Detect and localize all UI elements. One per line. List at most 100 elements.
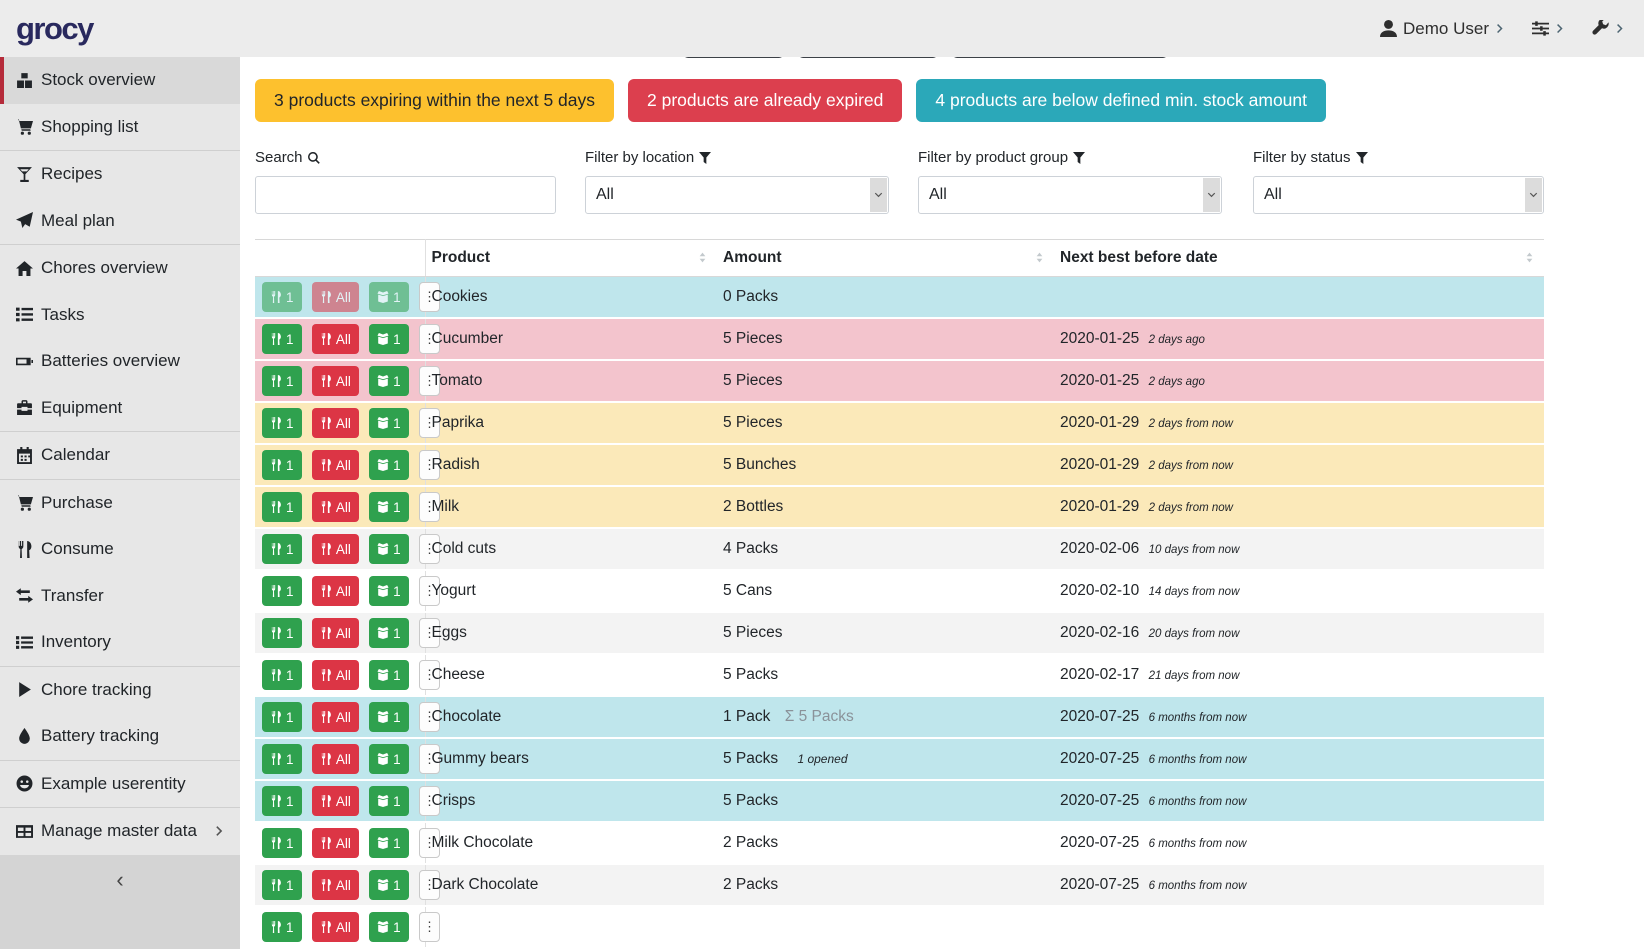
sort-icon[interactable] [696, 251, 709, 264]
consume-one-button[interactable]: 1 [262, 576, 302, 606]
table-row: 1 All 1 ⋮ Dark Chocolate 2 Packs 2020-07… [255, 864, 1544, 906]
utensils-icon [320, 627, 332, 639]
open-one-button[interactable]: 1 [369, 408, 409, 438]
alert-danger[interactable]: 2 products are already expired [628, 79, 902, 122]
consume-all-button[interactable]: All [312, 534, 359, 564]
sidebar-item-example-userentity[interactable]: Example userentity [0, 761, 240, 808]
sidebar-item-shopping-list[interactable]: Shopping list [0, 104, 240, 151]
utensils-icon [270, 543, 282, 555]
sidebar-collapse-button[interactable]: ‹ [0, 855, 240, 949]
sidebar-item-batteries-overview[interactable]: Batteries overview [0, 338, 240, 385]
sidebar-item-purchase[interactable]: Purchase [0, 480, 240, 527]
location-filter-select[interactable]: All [585, 176, 889, 214]
consume-all-button[interactable]: All [312, 576, 359, 606]
consume-all-button[interactable]: All [312, 786, 359, 816]
sidebar-item-consume[interactable]: Consume [0, 526, 240, 573]
consume-all-button[interactable]: All [312, 828, 359, 858]
best-before-date: 2020-07-25 [1060, 708, 1139, 725]
consume-all-button[interactable]: All [312, 408, 359, 438]
admin-menu[interactable] [1592, 20, 1626, 37]
open-one-button[interactable]: 1 [369, 534, 409, 564]
search-input[interactable] [255, 176, 556, 214]
consume-one-button[interactable]: 1 [262, 408, 302, 438]
consume-one-button[interactable]: 1 [262, 534, 302, 564]
open-one-button[interactable]: 1 [369, 660, 409, 690]
consume-all-button[interactable]: All [312, 702, 359, 732]
consume-one-button[interactable]: 1 [262, 702, 302, 732]
sidebar-item-stock-overview[interactable]: Stock overview [0, 57, 240, 104]
consume-one-button[interactable]: 1 [262, 912, 302, 942]
open-one-button[interactable]: 1 [369, 702, 409, 732]
consume-one-button[interactable]: 1 [262, 870, 302, 900]
open-one-button[interactable]: 1 [369, 576, 409, 606]
open-one-button[interactable]: 1 [369, 744, 409, 774]
consume-one-button[interactable]: 1 [262, 366, 302, 396]
consume-all-button[interactable]: All [312, 912, 359, 942]
open-one-button[interactable]: 1 [369, 324, 409, 354]
alert-info[interactable]: 4 products are below defined min. stock … [916, 79, 1326, 122]
consume-all-button[interactable]: All [312, 744, 359, 774]
consume-all-button[interactable]: All [312, 660, 359, 690]
open-one-button[interactable]: 1 [369, 912, 409, 942]
sidebar-item-recipes[interactable]: Recipes [0, 151, 240, 198]
consume-all-button[interactable]: All [312, 450, 359, 480]
filter-icon [1073, 152, 1085, 164]
sidebar-item-battery-tracking[interactable]: Battery tracking [0, 713, 240, 760]
consume-one-button[interactable]: 1 [262, 492, 302, 522]
product-column-header[interactable]: Product [425, 240, 717, 277]
sidebar-item-manage-master-data[interactable]: Manage master data [0, 808, 240, 855]
utensils-icon [320, 291, 332, 303]
row-more-button[interactable]: ⋮ [419, 912, 440, 942]
consume-one-button[interactable]: 1 [262, 324, 302, 354]
open-one-button[interactable]: 1 [369, 618, 409, 648]
chevron-down-icon [1525, 178, 1542, 212]
settings-menu[interactable] [1532, 20, 1566, 37]
sidebar-item-chores-overview[interactable]: Chores overview [0, 245, 240, 292]
status-filter-select[interactable]: All [1253, 176, 1544, 214]
consume-all-button[interactable]: All [312, 282, 359, 312]
open-one-button[interactable]: 1 [369, 870, 409, 900]
open-one-button[interactable]: 1 [369, 282, 409, 312]
consume-one-button[interactable]: 1 [262, 660, 302, 690]
sort-icon[interactable] [1033, 251, 1046, 264]
open-one-button[interactable]: 1 [369, 492, 409, 522]
consume-all-button[interactable]: All [312, 324, 359, 354]
open-one-button[interactable]: 1 [369, 828, 409, 858]
open-one-button[interactable]: 1 [369, 450, 409, 480]
sidebar-item-equipment[interactable]: Equipment [0, 385, 240, 432]
amount-column-header[interactable]: Amount [717, 240, 1054, 277]
date-column-header[interactable]: Next best before date [1054, 240, 1544, 277]
chevron-right-icon [1615, 23, 1626, 34]
utensils-icon [320, 417, 332, 429]
product-name: Cold cuts [425, 528, 717, 570]
consume-one-button[interactable]: 1 [262, 450, 302, 480]
consume-one-button[interactable]: 1 [262, 282, 302, 312]
consume-all-button[interactable]: All [312, 618, 359, 648]
sidebar-item-tasks[interactable]: Tasks [0, 292, 240, 339]
alert-warning[interactable]: 3 products expiring within the next 5 da… [255, 79, 614, 122]
consume-all-button[interactable]: All [312, 492, 359, 522]
utensils-icon [320, 459, 332, 471]
sort-icon[interactable] [1523, 251, 1536, 264]
consume-all-button[interactable]: All [312, 366, 359, 396]
sidebar-item-transfer[interactable]: Transfer [0, 573, 240, 620]
user-menu[interactable]: Demo User [1380, 19, 1506, 39]
consume-one-button[interactable]: 1 [262, 744, 302, 774]
consume-all-button[interactable]: All [312, 870, 359, 900]
sidebar-item-calendar[interactable]: Calendar [0, 432, 240, 479]
consume-one-button[interactable]: 1 [262, 786, 302, 816]
sidebar-item-meal-plan[interactable]: Meal plan [0, 198, 240, 245]
consume-one-button[interactable]: 1 [262, 828, 302, 858]
utensils-icon [320, 753, 332, 765]
sidebar-item-chore-tracking[interactable]: Chore tracking [0, 667, 240, 714]
open-one-button[interactable]: 1 [369, 786, 409, 816]
best-before-date: 2020-02-16 [1060, 624, 1139, 641]
consume-one-button[interactable]: 1 [262, 618, 302, 648]
open-one-button[interactable]: 1 [369, 366, 409, 396]
utensils-icon [320, 333, 332, 345]
product-group-filter-select[interactable]: All [918, 176, 1222, 214]
sidebar-item-inventory[interactable]: Inventory [0, 619, 240, 666]
box-open-icon [377, 291, 389, 303]
date-note: 2 days from now [1149, 460, 1233, 472]
table-row: 1 All 1 ⋮ Chocolate 1 Pack Σ 5 Packs 202… [255, 696, 1544, 738]
